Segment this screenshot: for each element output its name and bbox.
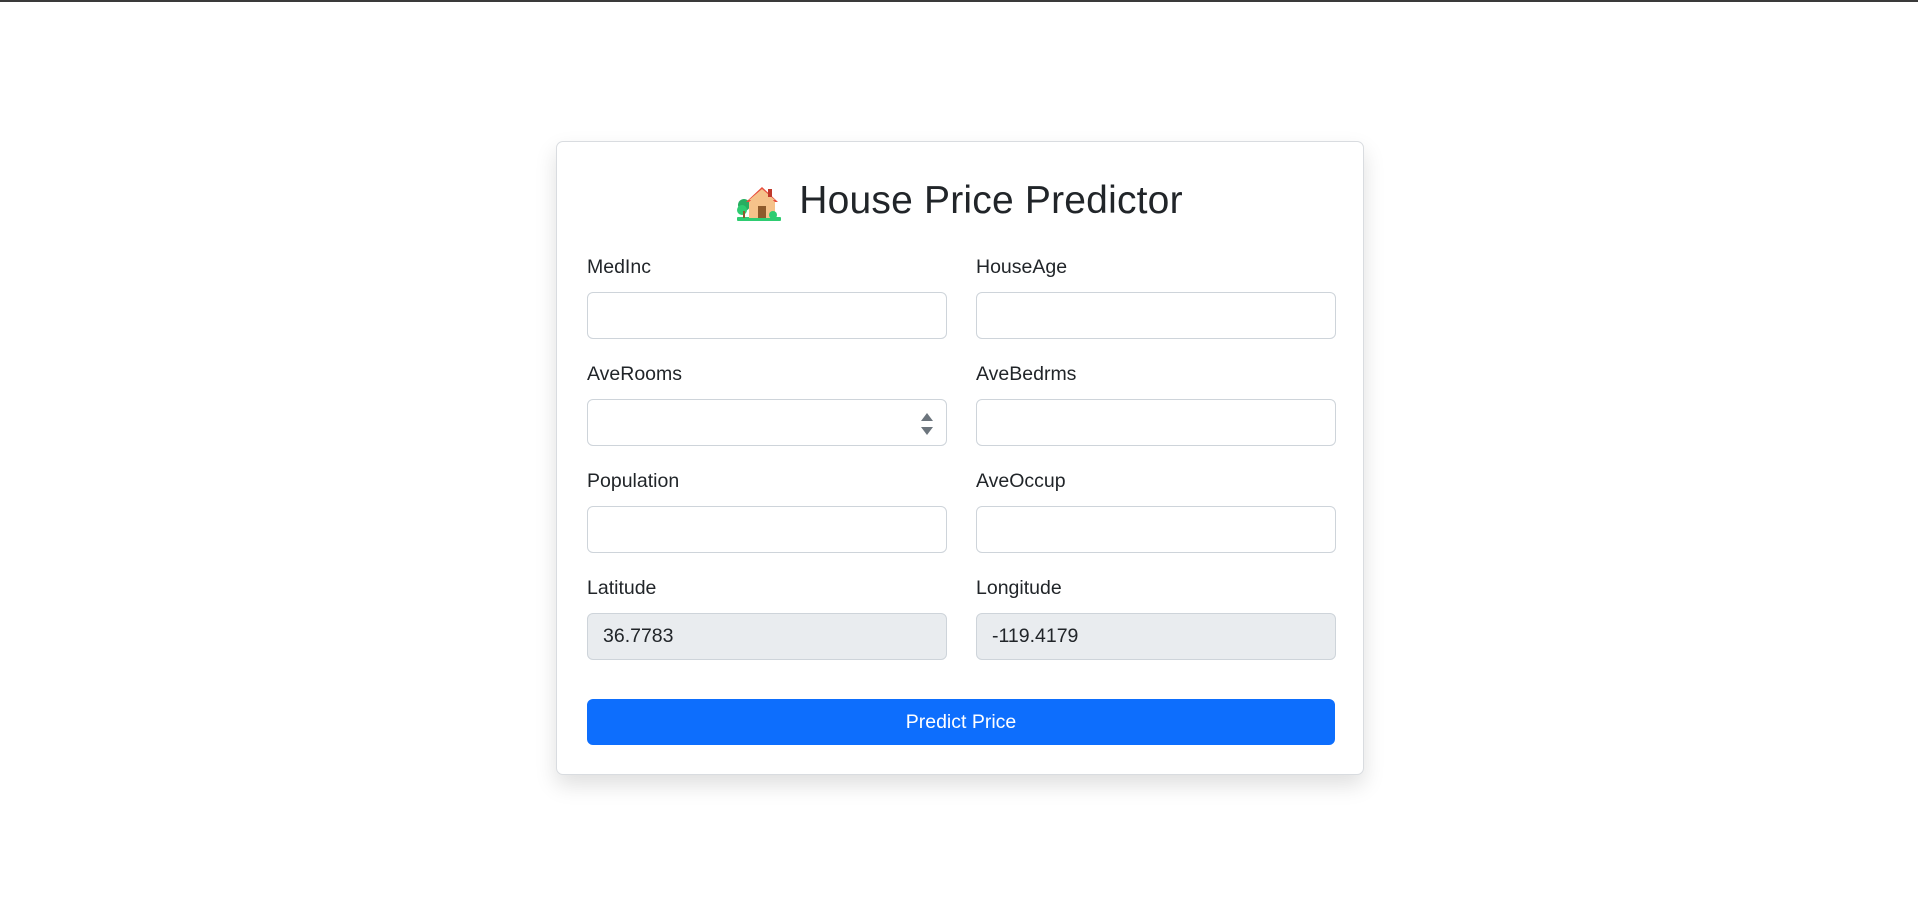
page-title: House Price Predictor <box>799 179 1183 222</box>
spin-up-icon[interactable] <box>921 413 933 421</box>
latitude-input[interactable] <box>587 613 947 660</box>
population-label: Population <box>587 470 680 492</box>
header: House Price Predictor <box>557 176 1363 226</box>
field-medinc: MedInc <box>587 255 947 339</box>
predictor-card: House Price Predictor MedInc HouseAge Av… <box>556 141 1364 775</box>
aveoccup-input[interactable] <box>976 506 1336 553</box>
field-longitude: Longitude <box>976 576 1336 660</box>
longitude-label: Longitude <box>976 577 1062 599</box>
population-input[interactable] <box>587 506 947 553</box>
houseage-input[interactable] <box>976 292 1336 339</box>
spin-down-icon[interactable] <box>921 427 933 435</box>
avebedrms-input[interactable] <box>976 399 1336 446</box>
field-averooms: AveRooms <box>587 362 947 446</box>
house-with-garden-icon <box>737 187 782 221</box>
predict-price-button[interactable]: Predict Price <box>587 699 1335 745</box>
field-latitude: Latitude <box>587 576 947 660</box>
medinc-label: MedInc <box>587 256 651 278</box>
houseage-label: HouseAge <box>976 256 1068 278</box>
averooms-label: AveRooms <box>587 363 683 385</box>
field-houseage: HouseAge <box>976 255 1336 339</box>
medinc-input[interactable] <box>587 292 947 339</box>
field-population: Population <box>587 469 947 553</box>
averooms-input[interactable] <box>587 399 947 446</box>
longitude-input[interactable] <box>976 613 1336 660</box>
number-spinner[interactable] <box>921 411 933 437</box>
window-top-border <box>0 0 1918 2</box>
avebedrms-label: AveBedrms <box>976 363 1077 385</box>
field-aveoccup: AveOccup <box>976 469 1336 553</box>
latitude-label: Latitude <box>587 577 657 599</box>
aveoccup-label: AveOccup <box>976 470 1066 492</box>
field-avebedrms: AveBedrms <box>976 362 1336 446</box>
